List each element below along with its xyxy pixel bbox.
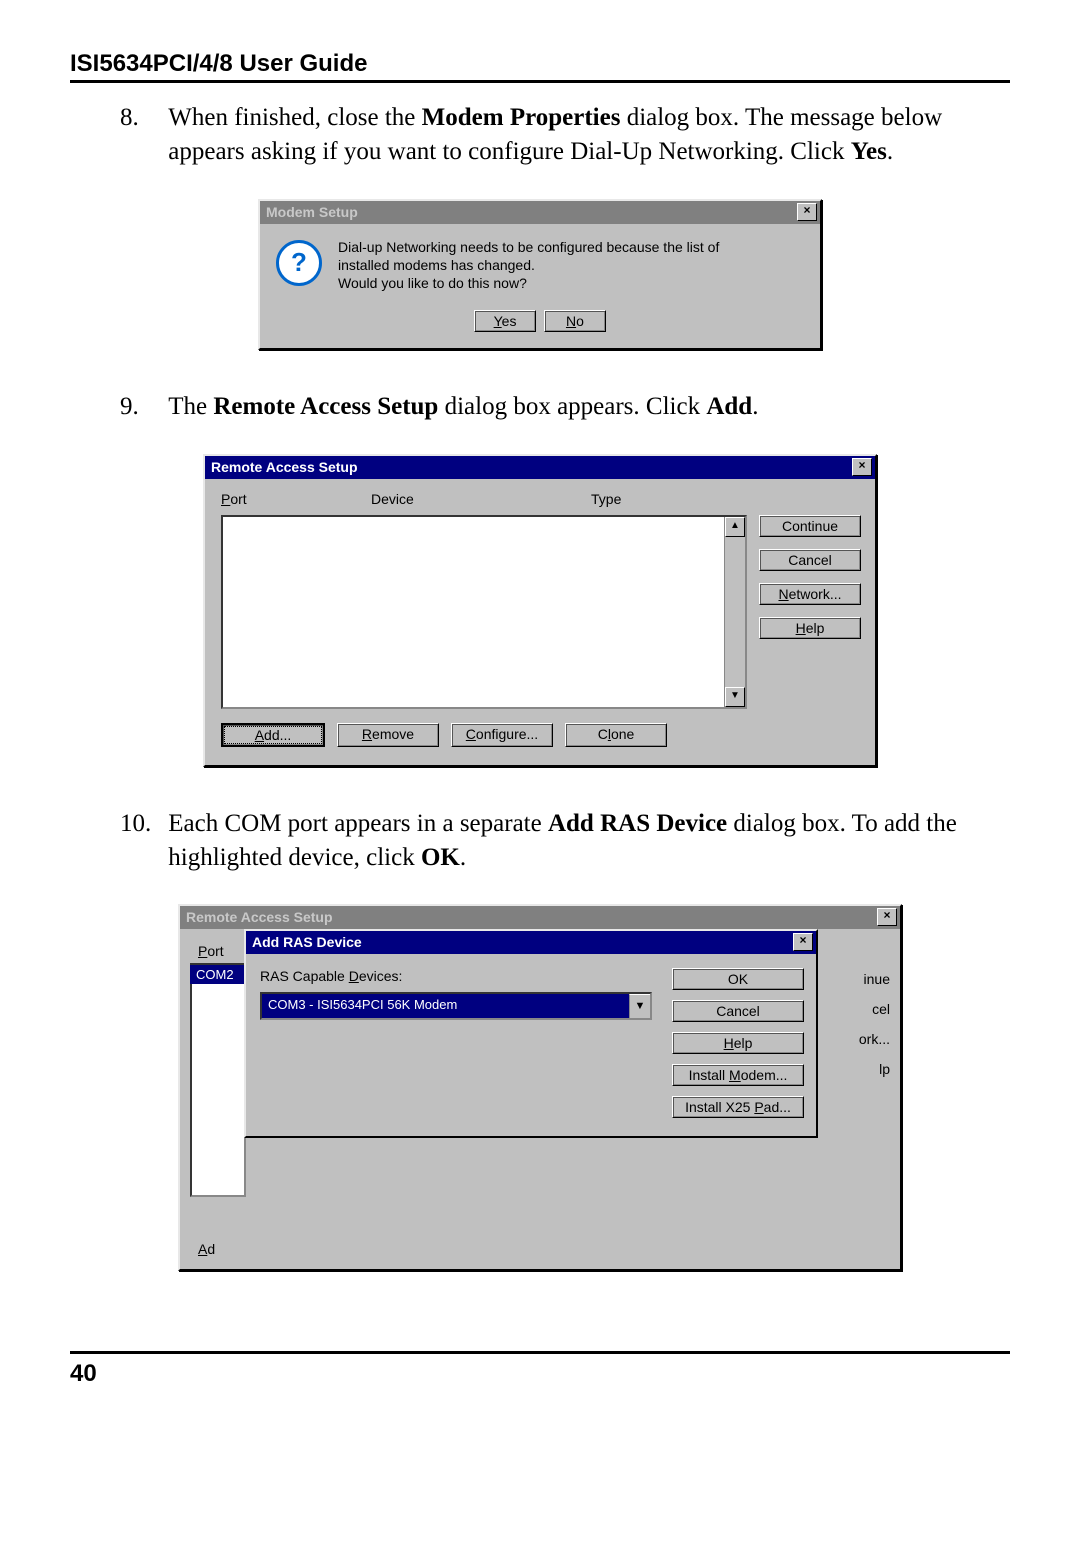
modem-titlebar: Modem Setup × [260, 201, 820, 224]
step-9-num: 9. [120, 390, 162, 424]
modem-setup-dialog: Modem Setup × ? Dial-up Networking needs… [258, 199, 822, 351]
step-8-text: When finished, close the Modem Propertie… [168, 101, 968, 169]
ras-dialog-bg: Remote Access Setup × Port COM2 inue cel… [178, 904, 902, 1271]
yes-button[interactable]: Yes [474, 310, 536, 332]
cancel-button[interactable]: Cancel [759, 549, 861, 571]
ras-column-headers: Port Device Type [215, 487, 865, 515]
ras-bg-side-fragments: inue cel ork... lp [859, 971, 890, 1077]
modem-message: Dial-up Networking needs to be configure… [338, 238, 719, 293]
selected-device: COM3 - ISI5634PCI 56K Modem [262, 994, 629, 1018]
close-icon[interactable]: × [877, 908, 897, 926]
remove-button[interactable]: Remove [337, 723, 439, 747]
scrollbar[interactable]: ▲ ▼ [724, 517, 745, 707]
add-ras-title: Add RAS Device [252, 934, 362, 950]
footer-rule [70, 1351, 1010, 1354]
close-icon[interactable]: × [797, 203, 817, 221]
continue-button[interactable]: Continue [759, 515, 861, 537]
port-label: Port [198, 943, 224, 959]
scroll-up-icon[interactable]: ▲ [725, 517, 745, 537]
step-9-text: The Remote Access Setup dialog box appea… [168, 390, 968, 424]
step-10-num: 10. [120, 807, 162, 841]
step-8-num: 8. [120, 101, 162, 135]
no-button[interactable]: No [544, 310, 606, 332]
help-button[interactable]: Help [672, 1032, 804, 1054]
step-9: 9. The Remote Access Setup dialog box ap… [120, 390, 1010, 424]
step-10-text: Each COM port appears in a separate Add … [168, 807, 968, 875]
close-icon[interactable]: × [793, 933, 813, 951]
chevron-down-icon[interactable]: ▼ [629, 994, 650, 1018]
ras-dialog: Remote Access Setup × Port Device Type ▲… [203, 454, 877, 767]
ras-devices-combobox[interactable]: COM3 - ISI5634PCI 56K Modem ▼ [260, 992, 652, 1020]
ras-device-listbox[interactable]: ▲ ▼ [221, 515, 747, 709]
ras-capable-devices-label: RAS Capable Devices: [260, 968, 652, 984]
configure-button[interactable]: Configure... [451, 723, 553, 747]
step-8: 8. When finished, close the Modem Proper… [120, 101, 1010, 169]
modem-title: Modem Setup [266, 204, 358, 220]
add-ras-device-dialog: Add RAS Device × RAS Capable Devices: CO… [244, 929, 818, 1138]
cancel-button[interactable]: Cancel [672, 1000, 804, 1022]
step-10: 10. Each COM port appears in a separate … [120, 807, 1010, 875]
scroll-down-icon[interactable]: ▼ [725, 687, 745, 707]
clone-button[interactable]: Clone [565, 723, 667, 747]
com2-row[interactable]: COM2 [190, 965, 248, 984]
close-icon[interactable]: × [852, 458, 872, 476]
question-icon: ? [276, 240, 322, 286]
ok-button[interactable]: OK [672, 968, 804, 990]
ras-bg-list [190, 963, 246, 1197]
ras-title-bg: Remote Access Setup [186, 909, 333, 925]
ras-titlebar: Remote Access Setup × [205, 456, 875, 479]
ad-fragment: Ad [198, 1241, 215, 1257]
ras-title: Remote Access Setup [211, 459, 358, 475]
install-x25-button[interactable]: Install X25 Pad... [672, 1096, 804, 1118]
ras-titlebar-inactive: Remote Access Setup × [180, 906, 900, 929]
network-button[interactable]: Network... [759, 583, 861, 605]
page-number: 40 [70, 1360, 1010, 1388]
doc-header: ISI5634PCI/4/8 User Guide [70, 50, 1010, 83]
help-button[interactable]: Help [759, 617, 861, 639]
install-modem-button[interactable]: Install Modem... [672, 1064, 804, 1086]
add-ras-titlebar: Add RAS Device × [246, 931, 816, 954]
add-button[interactable]: Add... [221, 723, 325, 747]
